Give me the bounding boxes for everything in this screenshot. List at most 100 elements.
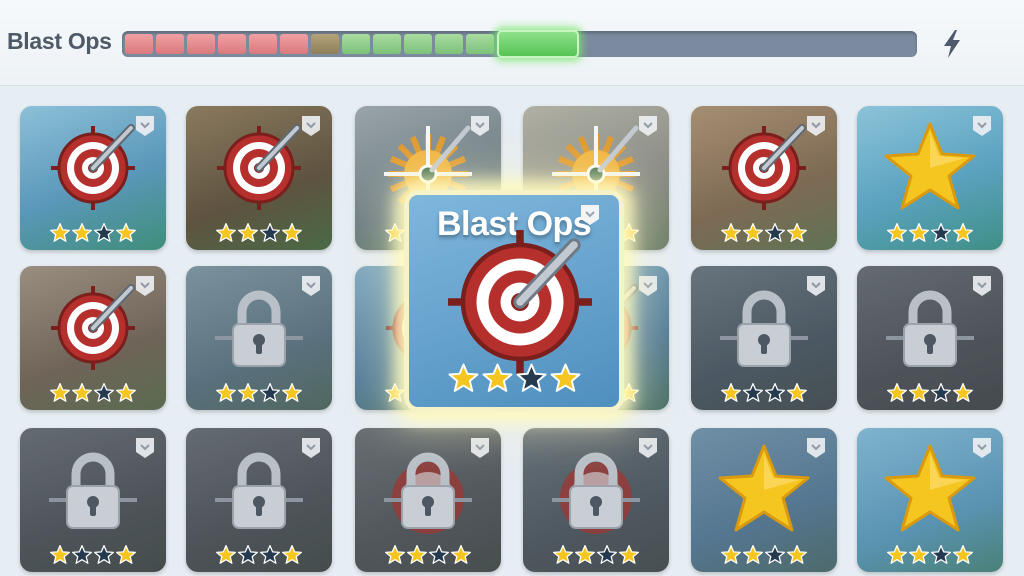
lock-icon (720, 290, 808, 367)
star-filled-icon (887, 223, 907, 242)
star-filled-icon (482, 363, 512, 392)
star-empty-icon (94, 223, 114, 242)
progress-segment (218, 34, 246, 54)
star-empty-icon (260, 223, 280, 242)
star-rating (857, 382, 1003, 404)
star-filled-icon (953, 223, 973, 242)
progress-segments (125, 34, 494, 54)
star-rating (691, 382, 837, 404)
level-tile-r2c1[interactable] (20, 266, 166, 410)
level-tile-r2c2[interactable] (186, 266, 332, 410)
star-empty-icon (765, 545, 785, 564)
star-filled-icon (787, 383, 807, 402)
star-rating (186, 222, 332, 244)
star-empty-icon (238, 545, 258, 564)
level-tile-r3c6[interactable] (857, 428, 1003, 572)
star-filled-icon (407, 545, 427, 564)
level-tile-r3c2[interactable] (186, 428, 332, 572)
star-rating (857, 222, 1003, 244)
star-empty-icon (516, 363, 546, 392)
progress-bar (122, 30, 917, 58)
star-empty-icon (765, 223, 785, 242)
progress-segment (280, 34, 308, 54)
star-icon (884, 122, 976, 210)
star-filled-icon (743, 545, 763, 564)
progress-segment (311, 34, 339, 54)
target-icon (217, 124, 301, 210)
star-filled-icon (451, 545, 471, 564)
level-tile-r1c2[interactable] (186, 106, 332, 250)
star-filled-icon (282, 223, 302, 242)
star-filled-icon (116, 545, 136, 564)
page-title: Blast Ops (7, 28, 112, 54)
star-filled-icon (887, 545, 907, 564)
star-rating (20, 382, 166, 404)
star-filled-icon (50, 545, 70, 564)
star-filled-icon (721, 545, 741, 564)
star-filled-icon (909, 545, 929, 564)
star-filled-icon (448, 363, 478, 392)
star-filled-icon (385, 383, 405, 402)
level-tile-r1c1[interactable] (20, 106, 166, 250)
star-empty-icon (429, 545, 449, 564)
level-tile-r2c6[interactable] (857, 266, 1003, 410)
lock-icon (886, 290, 974, 367)
star-rating (355, 544, 501, 566)
level-tile-r2c5[interactable] (691, 266, 837, 410)
star-rating (857, 544, 1003, 566)
level-tile-r3c1[interactable] (20, 428, 166, 572)
level-tile-r3c4[interactable] (523, 428, 669, 572)
lock-icon (215, 452, 303, 529)
lock-icon (49, 452, 137, 529)
star-filled-icon (619, 545, 639, 564)
level-tile-r3c5[interactable] (691, 428, 837, 572)
star-filled-icon (909, 223, 929, 242)
star-filled-icon (575, 545, 595, 564)
level-tile-r3c3[interactable] (355, 428, 501, 572)
star-filled-icon (953, 383, 973, 402)
star-filled-icon (50, 383, 70, 402)
lock-target-icon (384, 452, 472, 534)
star-empty-icon (94, 545, 114, 564)
star-filled-icon (953, 545, 973, 564)
target-icon (51, 124, 135, 210)
star-filled-icon (116, 223, 136, 242)
progress-segment (187, 34, 215, 54)
star-empty-icon (260, 383, 280, 402)
level-tile-r1c5[interactable] (691, 106, 837, 250)
lock-target-icon (552, 452, 640, 534)
top-bar: Blast Ops (0, 0, 1024, 86)
lightning-bolt-icon[interactable] (938, 28, 966, 60)
progress-segment (404, 34, 432, 54)
star-filled-icon (216, 223, 236, 242)
star-filled-icon (282, 383, 302, 402)
star-icon (884, 444, 976, 532)
star-rating (523, 544, 669, 566)
star-filled-icon (72, 383, 92, 402)
progress-segment (156, 34, 184, 54)
star-filled-icon (385, 223, 405, 242)
star-filled-icon (887, 383, 907, 402)
target-icon (722, 124, 806, 210)
level-preview-popup[interactable]: Blast Ops (404, 190, 624, 412)
star-filled-icon (909, 383, 929, 402)
star-filled-icon (216, 383, 236, 402)
progress-segment (466, 34, 494, 54)
star-empty-icon (743, 383, 763, 402)
star-rating (20, 544, 166, 566)
star-rating (691, 222, 837, 244)
star-filled-icon (721, 383, 741, 402)
star-rating (186, 382, 332, 404)
star-filled-icon (216, 545, 236, 564)
popup-star-rating (409, 362, 619, 395)
star-filled-icon (553, 545, 573, 564)
star-icon (718, 444, 810, 532)
target-icon (51, 284, 135, 370)
star-filled-icon (238, 383, 258, 402)
flag-icon (581, 205, 599, 225)
star-empty-icon (72, 545, 92, 564)
star-empty-icon (931, 383, 951, 402)
level-tile-r1c6[interactable] (857, 106, 1003, 250)
star-empty-icon (931, 223, 951, 242)
star-empty-icon (597, 545, 617, 564)
